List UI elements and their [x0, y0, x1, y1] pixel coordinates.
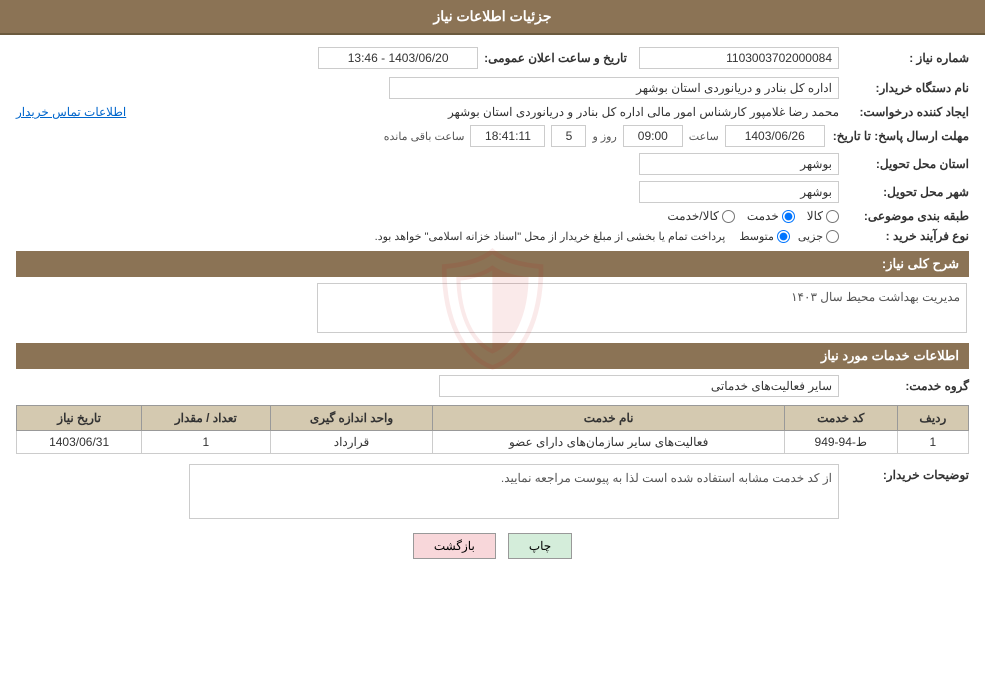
- service-group-row: گروه خدمت: سایر فعالیت‌های خدماتی: [16, 375, 969, 397]
- general-description-section: شرح کلی نیاز:: [16, 251, 969, 277]
- col-quantity: تعداد / مقدار: [142, 406, 270, 431]
- buyer-org-row: نام دستگاه خریدار: اداره کل بنادر و دریا…: [16, 77, 969, 99]
- province-value: بوشهر: [639, 153, 839, 175]
- col-service-name: نام خدمت: [433, 406, 784, 431]
- bottom-buttons: چاپ بازگشت: [16, 533, 969, 559]
- announce-date-value: 1403/06/20 - 13:46: [318, 47, 478, 69]
- province-row: استان محل تحویل: بوشهر: [16, 153, 969, 175]
- reply-time-value: 09:00: [623, 125, 683, 147]
- category-service-item: خدمت: [747, 209, 795, 223]
- process-note: پرداخت تمام یا بخشی از مبلغ خریدار از مح…: [375, 230, 726, 243]
- col-row-num: ردیف: [897, 406, 968, 431]
- process-part-item: جزیی: [798, 230, 839, 243]
- buyer-org-label: نام دستگاه خریدار:: [839, 81, 969, 95]
- buyer-org-value: اداره کل بنادر و دریانوردی استان بوشهر: [389, 77, 839, 99]
- category-label: طبقه بندی موضوعی:: [839, 209, 969, 223]
- buyer-notes-value: از کد خدمت مشابه استفاده شده است لذا به …: [189, 464, 839, 519]
- creator-value: محمد رضا غلامپور کارشناس امور مالی اداره…: [134, 105, 839, 119]
- process-part-radio[interactable]: [826, 230, 839, 243]
- process-medium-radio[interactable]: [777, 230, 790, 243]
- page-title: جزئیات اطلاعات نیاز: [433, 8, 551, 24]
- service-group-value: سایر فعالیت‌های خدماتی: [439, 375, 839, 397]
- page-header: جزئیات اطلاعات نیاز: [0, 0, 985, 35]
- cell-service-name: فعالیت‌های سایر سازمان‌های دارای عضو: [433, 431, 784, 454]
- process-medium-label: متوسط: [739, 230, 774, 243]
- general-description-container: مدیریت بهداشت محیط سال ۱۴۰۳: [16, 283, 969, 333]
- general-description-label: شرح کلی نیاز:: [882, 256, 959, 271]
- contact-info-link[interactable]: اطلاعات تماس خریدار: [16, 105, 126, 119]
- cell-quantity: 1: [142, 431, 270, 454]
- category-goods-service-item: کالا/خدمت: [667, 209, 734, 223]
- services-table-body: 1 ط-94-949 فعالیت‌های سایر سازمان‌های دا…: [17, 431, 969, 454]
- creator-row: ایجاد کننده درخواست: محمد رضا غلامپور کا…: [16, 105, 969, 119]
- category-goods-service-radio[interactable]: [722, 210, 735, 223]
- col-unit: واحد اندازه گیری: [270, 406, 433, 431]
- reply-days-value: 5: [551, 125, 586, 147]
- table-row: 1 ط-94-949 فعالیت‌های سایر سازمان‌های دا…: [17, 431, 969, 454]
- services-table: ردیف کد خدمت نام خدمت واحد اندازه گیری ت…: [16, 405, 969, 454]
- service-group-label: گروه خدمت:: [839, 379, 969, 393]
- need-number-label: شماره نیاز :: [839, 51, 969, 65]
- col-service-code: کد خدمت: [784, 406, 897, 431]
- province-label: استان محل تحویل:: [839, 157, 969, 171]
- services-section: اطلاعات خدمات مورد نیاز: [16, 343, 969, 369]
- buyer-notes-row: توضیحات خریدار: از کد خدمت مشابه استفاده…: [16, 464, 969, 519]
- process-type-label: نوع فرآیند خرید :: [839, 229, 969, 243]
- general-description-value: مدیریت بهداشت محیط سال ۱۴۰۳: [317, 283, 967, 333]
- remaining-time-value: 18:41:11: [470, 125, 545, 147]
- creator-label: ایجاد کننده درخواست:: [839, 105, 969, 119]
- remaining-time-label: ساعت باقی مانده: [384, 130, 465, 143]
- services-info-label: اطلاعات خدمات مورد نیاز: [821, 348, 959, 363]
- city-label: شهر محل تحویل:: [839, 185, 969, 199]
- services-table-header: ردیف کد خدمت نام خدمت واحد اندازه گیری ت…: [17, 406, 969, 431]
- cell-row-num: 1: [897, 431, 968, 454]
- category-goods-service-label: کالا/خدمت: [667, 209, 718, 223]
- process-part-label: جزیی: [798, 230, 823, 243]
- category-service-radio[interactable]: [782, 210, 795, 223]
- need-number-row: شماره نیاز : 1103003702000084 تاریخ و سا…: [16, 47, 969, 69]
- announce-date-label: تاریخ و ساعت اعلان عمومی:: [484, 51, 627, 65]
- city-value: بوشهر: [639, 181, 839, 203]
- reply-date-value: 1403/06/26: [725, 125, 825, 147]
- category-row: طبقه بندی موضوعی: کالا خدمت کالا/خدمت: [16, 209, 969, 223]
- print-button[interactable]: چاپ: [508, 533, 572, 559]
- category-goods-item: کالا: [807, 209, 839, 223]
- cell-date: 1403/06/31: [17, 431, 142, 454]
- category-goods-radio[interactable]: [826, 210, 839, 223]
- cell-unit: قرارداد: [270, 431, 433, 454]
- category-service-label: خدمت: [747, 209, 779, 223]
- reply-deadline-row: مهلت ارسال پاسخ: تا تاریخ: 1403/06/26 سا…: [16, 125, 969, 147]
- buyer-notes-label: توضیحات خریدار:: [839, 464, 969, 482]
- process-options: جزیی متوسط پرداخت تمام یا بخشی از مبلغ خ…: [375, 230, 839, 243]
- reply-days-label: روز و: [592, 130, 616, 143]
- category-goods-label: کالا: [807, 209, 823, 223]
- reply-time-label: ساعت: [689, 130, 719, 143]
- reply-deadline-label: مهلت ارسال پاسخ: تا تاریخ:: [825, 129, 969, 143]
- need-number-value: 1103003702000084: [639, 47, 839, 69]
- col-date: تاریخ نیاز: [17, 406, 142, 431]
- process-medium-item: متوسط: [739, 230, 790, 243]
- category-radio-group: کالا خدمت کالا/خدمت: [667, 209, 839, 223]
- city-row: شهر محل تحویل: بوشهر: [16, 181, 969, 203]
- process-row: نوع فرآیند خرید : جزیی متوسط پرداخت تمام…: [16, 229, 969, 243]
- cell-service-code: ط-94-949: [784, 431, 897, 454]
- back-button[interactable]: بازگشت: [413, 533, 496, 559]
